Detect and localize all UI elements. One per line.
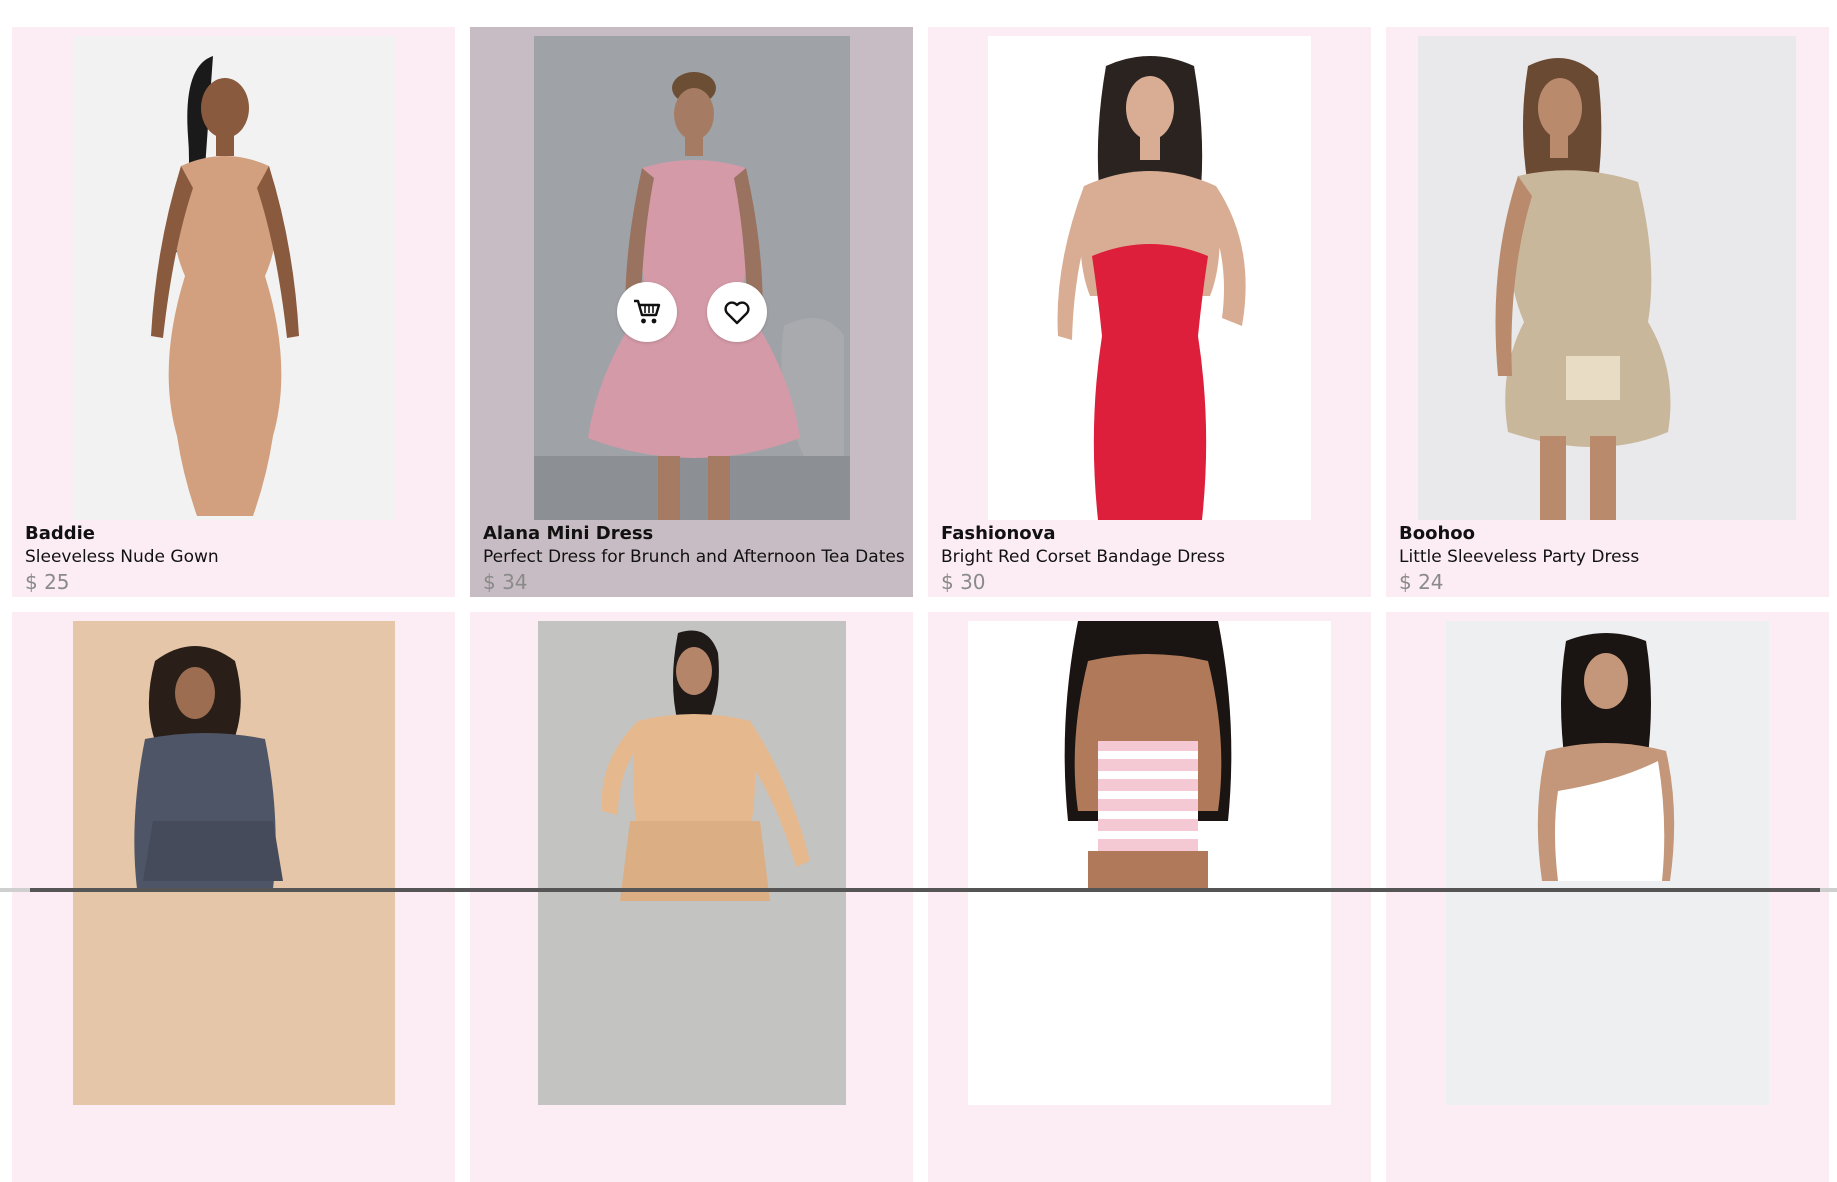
- product-price: $ 30: [941, 568, 1361, 596]
- product-brand[interactable]: Boohoo: [1399, 522, 1819, 546]
- product-card[interactable]: [928, 612, 1371, 1182]
- product-image[interactable]: [968, 621, 1331, 1105]
- product-description: Sleeveless Nude Gown: [25, 546, 445, 568]
- product-image[interactable]: [1446, 621, 1769, 1105]
- product-image[interactable]: [988, 36, 1311, 520]
- product-card[interactable]: Baddie Sleeveless Nude Gown $ 25: [12, 27, 455, 597]
- product-image[interactable]: [534, 36, 850, 520]
- add-to-cart-button[interactable]: [617, 282, 677, 342]
- product-image[interactable]: [73, 36, 395, 520]
- product-description: Bright Red Corset Bandage Dress: [941, 546, 1361, 568]
- add-to-wishlist-button[interactable]: [707, 282, 767, 342]
- product-info: Fashionova Bright Red Corset Bandage Dre…: [941, 522, 1361, 596]
- cart-icon: [631, 296, 663, 328]
- product-card[interactable]: Alana Mini Dress Perfect Dress for Brunc…: [470, 27, 913, 597]
- scrollbar-thumb[interactable]: [30, 888, 1820, 892]
- product-description: Little Sleeveless Party Dress: [1399, 546, 1819, 568]
- product-brand[interactable]: Fashionova: [941, 522, 1361, 546]
- product-brand[interactable]: Alana Mini Dress: [483, 522, 903, 546]
- product-image[interactable]: [73, 621, 395, 1105]
- product-card[interactable]: [1386, 612, 1829, 1182]
- product-card[interactable]: Boohoo Little Sleeveless Party Dress $ 2…: [1386, 27, 1829, 597]
- product-info: Baddie Sleeveless Nude Gown $ 25: [25, 522, 445, 596]
- product-grid: Baddie Sleeveless Nude Gown $ 25: [12, 27, 1837, 1182]
- product-info: Boohoo Little Sleeveless Party Dress $ 2…: [1399, 522, 1819, 596]
- product-description: Perfect Dress for Brunch and Afternoon T…: [483, 546, 903, 568]
- horizontal-scrollbar[interactable]: [0, 888, 1837, 892]
- product-card[interactable]: [12, 612, 455, 1182]
- product-price: $ 25: [25, 568, 445, 596]
- product-info: Alana Mini Dress Perfect Dress for Brunc…: [483, 522, 903, 596]
- heart-icon: [721, 296, 753, 328]
- product-price: $ 34: [483, 568, 903, 596]
- product-price: $ 24: [1399, 568, 1819, 596]
- product-card[interactable]: Fashionova Bright Red Corset Bandage Dre…: [928, 27, 1371, 597]
- product-image[interactable]: [1418, 36, 1796, 520]
- product-image[interactable]: [538, 621, 846, 1105]
- product-brand[interactable]: Baddie: [25, 522, 445, 546]
- product-card[interactable]: [470, 612, 913, 1182]
